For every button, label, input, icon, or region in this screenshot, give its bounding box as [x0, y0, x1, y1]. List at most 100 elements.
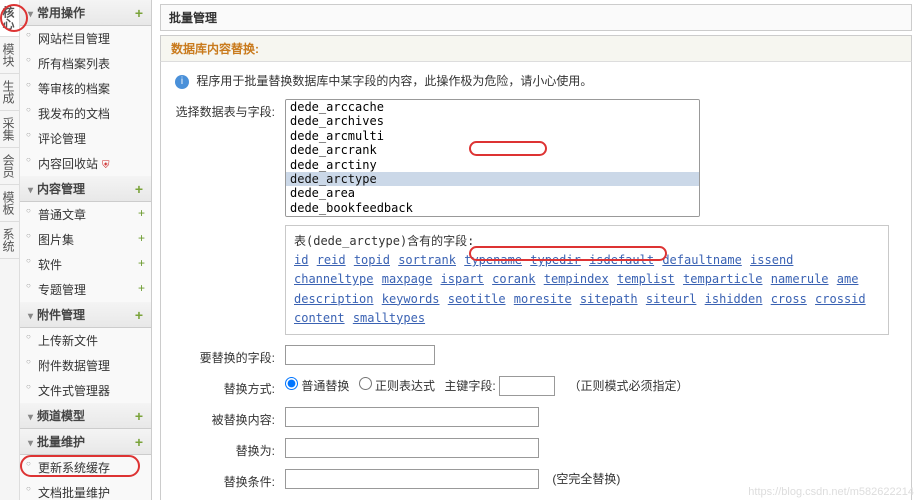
- sidebar-item-1-0[interactable]: 普通文章+: [20, 202, 151, 227]
- vtab-2[interactable]: 生成: [0, 74, 19, 111]
- field-link[interactable]: channeltype: [294, 272, 373, 286]
- warning-alert: i 程序用于批量替换数据库中某字段的内容，此操作极为危险，请小心使用。: [175, 72, 897, 89]
- label-replaced-content: 被替换内容:: [175, 407, 285, 428]
- label-replace-mode: 替换方式:: [175, 376, 285, 397]
- watermark: https://blog.csdn.net/m582622214: [748, 486, 914, 498]
- table-option[interactable]: dede_arctiny: [286, 158, 699, 172]
- sidebar-item-0-1[interactable]: 所有档案列表: [20, 51, 151, 76]
- field-link[interactable]: content: [294, 311, 345, 325]
- plus-icon: +: [135, 434, 143, 450]
- table-option[interactable]: dede_arcrank: [286, 143, 699, 157]
- chevron-icon: ▾: [28, 9, 33, 20]
- radio-regex-label[interactable]: 正则表达式: [359, 379, 435, 393]
- field-link[interactable]: typedir: [530, 253, 581, 267]
- chevron-icon: ▾: [28, 412, 33, 423]
- field-link[interactable]: seotitle: [448, 292, 506, 306]
- field-link[interactable]: temparticle: [683, 272, 762, 286]
- main-content: 批量管理 数据库内容替换: i 程序用于批量替换数据库中某字段的内容，此操作极为…: [152, 0, 920, 500]
- field-link[interactable]: templist: [617, 272, 675, 286]
- section-title: 数据库内容替换:: [160, 35, 912, 62]
- field-link[interactable]: smalltypes: [353, 311, 425, 325]
- field-link[interactable]: namerule: [771, 272, 829, 286]
- replace-cond-input[interactable]: [285, 469, 539, 489]
- radio-regex-replace[interactable]: [359, 377, 372, 390]
- sidebar-item-2-0[interactable]: 上传新文件: [20, 328, 151, 353]
- field-link[interactable]: ishidden: [705, 292, 763, 306]
- table-option[interactable]: dede_arctype: [286, 172, 699, 186]
- vtab-5[interactable]: 模板: [0, 185, 19, 222]
- table-option[interactable]: dede_channeltype: [286, 215, 699, 217]
- field-link[interactable]: reid: [317, 253, 346, 267]
- pk-field-input[interactable]: [499, 376, 555, 396]
- fields-header: 表(dede_arctype)含有的字段:: [294, 232, 880, 251]
- table-option[interactable]: dede_arcmulti: [286, 129, 699, 143]
- label-replace-cond: 替换条件:: [175, 469, 285, 490]
- radio-normal-label[interactable]: 普通替换: [285, 379, 349, 393]
- vtab-4[interactable]: 会员: [0, 148, 19, 185]
- replace-to-input[interactable]: [285, 438, 539, 458]
- field-link[interactable]: tempindex: [544, 272, 609, 286]
- field-link[interactable]: issend: [750, 253, 793, 267]
- field-link[interactable]: ame: [837, 272, 859, 286]
- field-link[interactable]: moresite: [514, 292, 572, 306]
- sidebar-item-0-0[interactable]: 网站栏目管理: [20, 26, 151, 51]
- table-list-select[interactable]: dede_arccachedede_archivesdede_arcmultid…: [285, 99, 700, 217]
- sidebar-item-4-0[interactable]: 更新系统缓存: [20, 455, 151, 480]
- field-link[interactable]: corank: [492, 272, 535, 286]
- regex-hint: （正则模式必须指定）: [568, 379, 688, 393]
- field-link[interactable]: id: [294, 253, 308, 267]
- field-link[interactable]: cross: [771, 292, 807, 306]
- accordion-head-0[interactable]: ▾常用操作+: [20, 0, 151, 26]
- alert-text: 程序用于批量替换数据库中某字段的内容，此操作极为危险，请小心使用。: [196, 74, 592, 88]
- field-link[interactable]: defaultname: [662, 253, 741, 267]
- field-link[interactable]: isdefault: [589, 253, 654, 267]
- vtab-0[interactable]: 核心: [0, 0, 19, 37]
- field-link[interactable]: sitepath: [580, 292, 638, 306]
- plus-icon: +: [135, 181, 143, 197]
- accordion-head-2[interactable]: ▾附件管理+: [20, 302, 151, 328]
- sidebar-item-4-1[interactable]: 文档批量维护: [20, 480, 151, 500]
- accordion-head-1[interactable]: ▾内容管理+: [20, 176, 151, 202]
- sidebar-item-0-2[interactable]: 等审核的档案: [20, 76, 151, 101]
- plus-icon: +: [138, 231, 145, 245]
- sidebar-item-1-3[interactable]: 专题管理+: [20, 277, 151, 302]
- field-link[interactable]: sortrank: [398, 253, 456, 267]
- table-option[interactable]: dede_area: [286, 186, 699, 200]
- chevron-icon: ▾: [28, 311, 33, 322]
- shield-icon: ⛨: [102, 160, 110, 171]
- vtab-6[interactable]: 系统: [0, 222, 19, 259]
- table-option[interactable]: dede_bookfeedback: [286, 201, 699, 215]
- fields-link-list: id reid topid sortrank typename typedir …: [294, 251, 880, 328]
- sidebar-item-2-2[interactable]: 文件式管理器: [20, 378, 151, 403]
- accordion-head-3[interactable]: ▾频道模型+: [20, 403, 151, 429]
- table-option[interactable]: dede_arccache: [286, 100, 699, 114]
- sidebar-item-0-5[interactable]: 内容回收站⛨: [20, 151, 151, 176]
- chevron-icon: ▾: [28, 185, 33, 196]
- field-link[interactable]: crossid: [815, 292, 866, 306]
- field-link[interactable]: typename: [464, 253, 522, 267]
- accordion-head-4[interactable]: ▾批量维护+: [20, 429, 151, 455]
- vtab-1[interactable]: 模块: [0, 37, 19, 74]
- table-option[interactable]: dede_archives: [286, 114, 699, 128]
- replaced-content-input[interactable]: [285, 407, 539, 427]
- field-link[interactable]: siteurl: [646, 292, 697, 306]
- chevron-icon: ▾: [28, 438, 33, 449]
- plus-icon: +: [135, 408, 143, 424]
- field-to-replace-input[interactable]: [285, 345, 435, 365]
- sidebar-item-0-3[interactable]: 我发布的文档: [20, 101, 151, 126]
- field-link[interactable]: description: [294, 292, 373, 306]
- cond-hint: (空完全替换): [552, 472, 620, 486]
- vtab-3[interactable]: 采集: [0, 111, 19, 148]
- field-link[interactable]: maxpage: [382, 272, 433, 286]
- field-link[interactable]: keywords: [382, 292, 440, 306]
- sidebar-item-1-1[interactable]: 图片集+: [20, 227, 151, 252]
- sidebar-item-0-4[interactable]: 评论管理: [20, 126, 151, 151]
- radio-normal-replace[interactable]: [285, 377, 298, 390]
- fields-box: 表(dede_arctype)含有的字段: id reid topid sort…: [285, 225, 889, 335]
- info-icon: i: [175, 75, 189, 89]
- field-link[interactable]: ispart: [441, 272, 484, 286]
- field-link[interactable]: topid: [354, 253, 390, 267]
- sidebar-item-1-2[interactable]: 软件+: [20, 252, 151, 277]
- label-select-table: 选择数据表与字段:: [175, 99, 285, 120]
- sidebar-item-2-1[interactable]: 附件数据管理: [20, 353, 151, 378]
